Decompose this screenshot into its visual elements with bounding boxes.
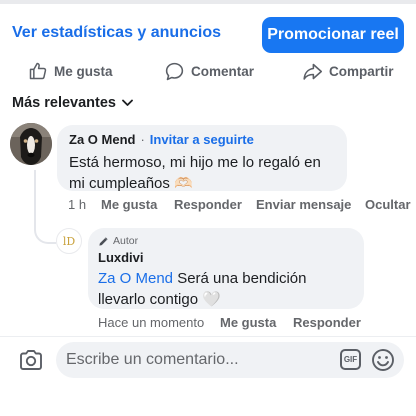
comment-composer-bar: GIF (0, 336, 416, 416)
camera-icon[interactable] (18, 348, 44, 372)
author-badge: Autor (98, 235, 354, 247)
share-button[interactable]: Compartir (302, 58, 394, 84)
reply-reply-link[interactable]: Responder (293, 315, 361, 330)
comment-like-link[interactable]: Me gusta (101, 197, 157, 212)
reply-thread-connector (34, 170, 56, 244)
smiley-icon[interactable] (371, 348, 395, 372)
gif-icon[interactable]: GIF (340, 349, 361, 370)
commenter-avatar[interactable] (10, 123, 52, 165)
post-actions-bar: Me gusta Comentar Compartir (0, 56, 416, 86)
like-button[interactable]: Me gusta (28, 58, 113, 84)
comment-time: 1 h (68, 197, 87, 212)
pencil-icon (99, 236, 108, 246)
reply-bubble: Autor Luxdivi Za O Mend Será una bendici… (88, 228, 364, 309)
reply-text-block: Za O Mend Será una bendición llevarlo co… (98, 268, 354, 310)
promote-reel-button[interactable]: Promocionar reel (262, 17, 404, 53)
like-label: Me gusta (54, 63, 113, 79)
commenter-name[interactable]: Za O Mend (69, 132, 135, 147)
share-arrow-icon (303, 63, 323, 80)
share-label: Compartir (329, 63, 394, 79)
comment-label: Comentar (191, 63, 255, 79)
comment-bubble: Za O Mend · Invitar a seguirte Está herm… (57, 125, 347, 192)
chevron-down-icon (122, 99, 133, 106)
separator-dot: · (140, 132, 145, 147)
reply-like-link[interactable]: Me gusta (220, 315, 276, 330)
comment-reply-link[interactable]: Responder (174, 197, 242, 212)
sort-label: Más relevantes (12, 95, 116, 111)
hide-comment-link[interactable]: Ocultar (365, 197, 411, 212)
comment-text: Está hermoso, mi hijo me lo regaló en mi… (69, 154, 321, 192)
comment-input[interactable] (66, 342, 326, 378)
author-badge-label: Autor (113, 235, 139, 247)
comment-button[interactable]: Comentar (164, 58, 254, 84)
reel-stats-row: Ver estadísticas y anuncios Promocionar … (0, 12, 416, 56)
author-avatar[interactable]: lD (56, 228, 82, 254)
comment-sort-dropdown[interactable]: Más relevantes (12, 95, 133, 111)
speech-bubble-icon (165, 62, 184, 80)
invite-to-follow-link[interactable]: Invitar a seguirte (150, 132, 254, 147)
stats-and-ads-link[interactable]: Ver estadísticas y anuncios (12, 24, 221, 42)
send-message-link[interactable]: Enviar mensaje (256, 197, 351, 212)
reply-time: Hace un momento (98, 315, 205, 330)
top-divider (0, 0, 416, 4)
thumbs-up-icon (29, 62, 47, 80)
reply-author-name[interactable]: Luxdivi (98, 250, 354, 265)
comment-input-pill: GIF (56, 342, 404, 378)
mention-link[interactable]: Za O Mend (98, 270, 173, 287)
